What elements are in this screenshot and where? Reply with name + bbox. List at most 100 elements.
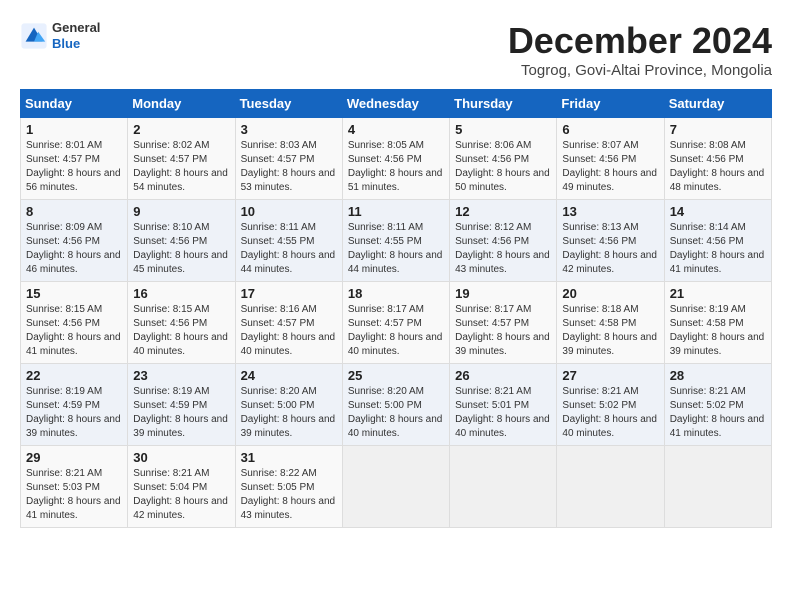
calendar-cell: 20Sunrise: 8:18 AM Sunset: 4:58 PM Dayli… <box>557 282 664 364</box>
day-number: 19 <box>455 286 551 301</box>
calendar-week-row: 8 Sunrise: 8:09 AM Sunset: 4:56 PM Daylig… <box>21 200 772 282</box>
day-number: 24 <box>241 368 337 383</box>
calendar-header-monday: Monday <box>128 90 235 118</box>
day-info: Sunrise: 8:20 AM Sunset: 5:00 PM Dayligh… <box>348 385 444 441</box>
calendar-cell: 4 Sunrise: 8:05 AM Sunset: 4:56 PM Daylig… <box>342 118 449 200</box>
calendar-cell: 17 Sunrise: 8:16 AM Sunset: 4:57 PM Dayli… <box>235 282 342 364</box>
logo-icon <box>20 22 48 50</box>
day-info: Sunrise: 8:08 AM Sunset: 4:56 PM Dayligh… <box>670 139 766 195</box>
day-number: 29 <box>26 450 122 465</box>
day-info: Sunrise: 8:09 AM Sunset: 4:56 PM Dayligh… <box>26 221 122 277</box>
logo: General Blue <box>20 20 100 51</box>
calendar-cell: 2 Sunrise: 8:02 AM Sunset: 4:57 PM Daylig… <box>128 118 235 200</box>
logo-general-text: General <box>52 20 100 36</box>
day-info: Sunrise: 8:22 AM Sunset: 5:05 PM Dayligh… <box>241 467 337 523</box>
title-area: December 2024 Togrog, Govi-Altai Provinc… <box>508 20 772 79</box>
calendar-cell: 29 Sunrise: 8:21 AM Sunset: 5:03 PM Dayli… <box>21 446 128 528</box>
calendar-cell: 18Sunrise: 8:17 AM Sunset: 4:57 PM Dayli… <box>342 282 449 364</box>
calendar-header-saturday: Saturday <box>664 90 771 118</box>
calendar-week-row: 1 Sunrise: 8:01 AM Sunset: 4:57 PM Daylig… <box>21 118 772 200</box>
day-info: Sunrise: 8:21 AM Sunset: 5:01 PM Dayligh… <box>455 385 551 441</box>
day-number: 16 <box>133 286 229 301</box>
day-number: 17 <box>241 286 337 301</box>
day-number: 21 <box>670 286 766 301</box>
day-number: 4 <box>348 122 444 137</box>
day-info: Sunrise: 8:19 AM Sunset: 4:59 PM Dayligh… <box>133 385 229 441</box>
calendar-cell <box>450 446 557 528</box>
calendar-table: SundayMondayTuesdayWednesdayThursdayFrid… <box>20 89 772 528</box>
day-info: Sunrise: 8:15 AM Sunset: 4:56 PM Dayligh… <box>133 303 229 359</box>
day-info: Sunrise: 8:14 AM Sunset: 4:56 PM Dayligh… <box>670 221 766 277</box>
day-number: 9 <box>133 204 229 219</box>
day-info: Sunrise: 8:17 AM Sunset: 4:57 PM Dayligh… <box>455 303 551 359</box>
calendar-header-friday: Friday <box>557 90 664 118</box>
location-subtitle: Togrog, Govi-Altai Province, Mongolia <box>508 62 772 79</box>
calendar-cell: 10Sunrise: 8:11 AM Sunset: 4:55 PM Dayli… <box>235 200 342 282</box>
calendar-cell: 26 Sunrise: 8:21 AM Sunset: 5:01 PM Dayli… <box>450 364 557 446</box>
day-info: Sunrise: 8:20 AM Sunset: 5:00 PM Dayligh… <box>241 385 337 441</box>
logo-blue-text: Blue <box>52 36 100 52</box>
calendar-cell: 7 Sunrise: 8:08 AM Sunset: 4:56 PM Daylig… <box>664 118 771 200</box>
day-info: Sunrise: 8:03 AM Sunset: 4:57 PM Dayligh… <box>241 139 337 195</box>
day-number: 23 <box>133 368 229 383</box>
calendar-cell: 28 Sunrise: 8:21 AM Sunset: 5:02 PM Dayli… <box>664 364 771 446</box>
day-info: Sunrise: 8:18 AM Sunset: 4:58 PM Dayligh… <box>562 303 658 359</box>
day-number: 10 <box>241 204 337 219</box>
day-info: Sunrise: 8:07 AM Sunset: 4:56 PM Dayligh… <box>562 139 658 195</box>
calendar-cell: 25 Sunrise: 8:20 AM Sunset: 5:00 PM Dayli… <box>342 364 449 446</box>
calendar-week-row: 29 Sunrise: 8:21 AM Sunset: 5:03 PM Dayli… <box>21 446 772 528</box>
day-number: 2 <box>133 122 229 137</box>
calendar-cell: 14 Sunrise: 8:14 AM Sunset: 4:56 PM Dayli… <box>664 200 771 282</box>
day-number: 22 <box>26 368 122 383</box>
day-number: 25 <box>348 368 444 383</box>
calendar-header-wednesday: Wednesday <box>342 90 449 118</box>
day-number: 5 <box>455 122 551 137</box>
day-number: 8 <box>26 204 122 219</box>
day-number: 15 <box>26 286 122 301</box>
calendar-cell: 3Sunrise: 8:03 AM Sunset: 4:57 PM Daylig… <box>235 118 342 200</box>
day-info: Sunrise: 8:21 AM Sunset: 5:04 PM Dayligh… <box>133 467 229 523</box>
calendar-cell: 11 Sunrise: 8:11 AM Sunset: 4:55 PM Dayli… <box>342 200 449 282</box>
calendar-week-row: 15 Sunrise: 8:15 AM Sunset: 4:56 PM Dayli… <box>21 282 772 364</box>
day-info: Sunrise: 8:01 AM Sunset: 4:57 PM Dayligh… <box>26 139 122 195</box>
calendar-cell: 6Sunrise: 8:07 AM Sunset: 4:56 PM Daylig… <box>557 118 664 200</box>
day-info: Sunrise: 8:21 AM Sunset: 5:02 PM Dayligh… <box>670 385 766 441</box>
calendar-week-row: 22 Sunrise: 8:19 AM Sunset: 4:59 PM Dayli… <box>21 364 772 446</box>
calendar-cell: 30Sunrise: 8:21 AM Sunset: 5:04 PM Dayli… <box>128 446 235 528</box>
day-info: Sunrise: 8:06 AM Sunset: 4:56 PM Dayligh… <box>455 139 551 195</box>
calendar-cell: 15 Sunrise: 8:15 AM Sunset: 4:56 PM Dayli… <box>21 282 128 364</box>
day-info: Sunrise: 8:02 AM Sunset: 4:57 PM Dayligh… <box>133 139 229 195</box>
logo-text: General Blue <box>52 20 100 51</box>
day-info: Sunrise: 8:19 AM Sunset: 4:59 PM Dayligh… <box>26 385 122 441</box>
calendar-cell: 23 Sunrise: 8:19 AM Sunset: 4:59 PM Dayli… <box>128 364 235 446</box>
day-info: Sunrise: 8:15 AM Sunset: 4:56 PM Dayligh… <box>26 303 122 359</box>
calendar-cell: 31Sunrise: 8:22 AM Sunset: 5:05 PM Dayli… <box>235 446 342 528</box>
day-number: 27 <box>562 368 658 383</box>
calendar-cell <box>557 446 664 528</box>
day-number: 13 <box>562 204 658 219</box>
calendar-cell: 24 Sunrise: 8:20 AM Sunset: 5:00 PM Dayli… <box>235 364 342 446</box>
calendar-cell: 19 Sunrise: 8:17 AM Sunset: 4:57 PM Dayli… <box>450 282 557 364</box>
day-info: Sunrise: 8:21 AM Sunset: 5:02 PM Dayligh… <box>562 385 658 441</box>
day-number: 26 <box>455 368 551 383</box>
day-number: 7 <box>670 122 766 137</box>
day-info: Sunrise: 8:16 AM Sunset: 4:57 PM Dayligh… <box>241 303 337 359</box>
calendar-cell: 8 Sunrise: 8:09 AM Sunset: 4:56 PM Daylig… <box>21 200 128 282</box>
day-number: 12 <box>455 204 551 219</box>
day-info: Sunrise: 8:21 AM Sunset: 5:03 PM Dayligh… <box>26 467 122 523</box>
day-number: 1 <box>26 122 122 137</box>
calendar-header-row: SundayMondayTuesdayWednesdayThursdayFrid… <box>21 90 772 118</box>
calendar-header-tuesday: Tuesday <box>235 90 342 118</box>
day-info: Sunrise: 8:10 AM Sunset: 4:56 PM Dayligh… <box>133 221 229 277</box>
day-number: 11 <box>348 204 444 219</box>
day-number: 28 <box>670 368 766 383</box>
day-info: Sunrise: 8:05 AM Sunset: 4:56 PM Dayligh… <box>348 139 444 195</box>
month-title: December 2024 <box>508 20 772 62</box>
day-number: 14 <box>670 204 766 219</box>
day-number: 18 <box>348 286 444 301</box>
calendar-cell: 27 Sunrise: 8:21 AM Sunset: 5:02 PM Dayli… <box>557 364 664 446</box>
calendar-cell: 5 Sunrise: 8:06 AM Sunset: 4:56 PM Daylig… <box>450 118 557 200</box>
day-info: Sunrise: 8:12 AM Sunset: 4:56 PM Dayligh… <box>455 221 551 277</box>
day-info: Sunrise: 8:11 AM Sunset: 4:55 PM Dayligh… <box>348 221 444 277</box>
day-info: Sunrise: 8:13 AM Sunset: 4:56 PM Dayligh… <box>562 221 658 277</box>
